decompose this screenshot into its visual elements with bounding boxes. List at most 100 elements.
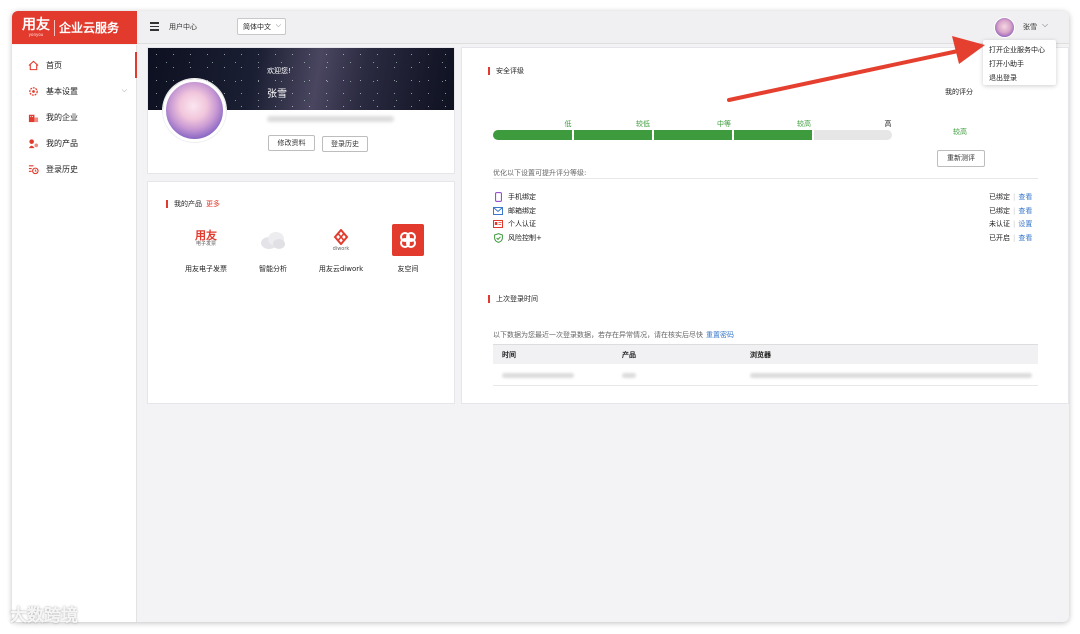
product-diwork[interactable]: diwork 用友云diwork	[311, 224, 371, 274]
invoice-icon-sub: 电子发票	[195, 241, 216, 247]
divider	[493, 178, 1038, 179]
level-label-medium: 中等	[717, 120, 731, 128]
security-status-risk: 已开启 | 查看	[989, 234, 1033, 242]
chevron-down-icon[interactable]: ⌵	[1042, 20, 1048, 30]
sidebar-item-products[interactable]: 我的产品	[12, 130, 137, 156]
security-hint: 优化以下设置可提升评分等级:	[493, 169, 587, 177]
user-menu-dropdown: 打开企业服务中心 打开小助手 退出登录	[983, 40, 1056, 85]
top-header: 用友 yonyou 企业云服务 用户中心 简体中文 ⌵ 张雪 ⌵	[12, 11, 1069, 44]
product-smart-analysis[interactable]: 智能分析	[243, 224, 303, 274]
products-card: 我的产品 更多 用友 电子发票 用友电子发票 智能分析 diwork 用友云di…	[147, 181, 455, 404]
product-label: 用友云diwork	[318, 265, 364, 273]
product-icon	[27, 137, 39, 149]
diwork-icon: diwork	[325, 224, 357, 256]
more-products-link[interactable]: 更多	[206, 200, 220, 208]
security-card: 安全评级 我的评分 低 较低 中等 较高 高 较高 重新测评 优化以下设置可提升…	[461, 47, 1069, 404]
security-section-title: 安全评级	[488, 66, 524, 76]
product-label: 友空间	[397, 265, 419, 273]
security-item-identity: 个人认证	[493, 219, 536, 229]
sidebar-item-login-history[interactable]: 登录历史	[12, 156, 137, 182]
yonyou-invoice-icon: 用友 电子发票	[190, 224, 222, 256]
security-progress-bar	[493, 130, 892, 140]
level-label-high: 高	[884, 120, 892, 128]
security-item-email: 邮箱绑定	[493, 206, 536, 216]
security-item-phone: 手机绑定	[493, 192, 536, 202]
product-youspace[interactable]: 友空间	[378, 224, 438, 274]
user-avatar[interactable]	[994, 17, 1015, 38]
security-item-label: 邮箱绑定	[508, 207, 536, 215]
sidebar-item-label: 登录历史	[46, 164, 78, 174]
logo-text: 企业云服务	[59, 21, 120, 35]
login-history-button[interactable]: 登录历史	[322, 136, 368, 152]
blurred-product-cell	[622, 373, 636, 378]
set-identity-link[interactable]: 设置	[1018, 220, 1032, 228]
chevron-down-icon: ⌵	[275, 21, 281, 29]
blurred-browser-cell	[750, 373, 1032, 378]
security-status-phone: 已绑定 | 查看	[989, 193, 1033, 201]
id-card-icon	[493, 219, 503, 229]
sidebar-item-label: 基本设置	[46, 86, 78, 96]
shield-icon	[493, 233, 503, 243]
product-label: 用友电子发票	[185, 265, 227, 273]
profile-avatar[interactable]	[163, 79, 226, 142]
bar-separator	[572, 130, 574, 140]
edit-profile-button[interactable]: 修改资料	[268, 135, 315, 151]
sidebar-item-home[interactable]: 首页	[12, 52, 137, 78]
table-row	[493, 364, 1038, 386]
cloud-analysis-icon	[257, 224, 289, 256]
retest-button[interactable]: 重新测评	[937, 150, 985, 167]
product-yonyou-invoice[interactable]: 用友 电子发票 用友电子发票	[176, 224, 236, 274]
invoice-icon-text: 用友	[195, 229, 217, 242]
mail-icon	[493, 206, 503, 216]
sidebar-item-enterprise[interactable]: 我的企业	[12, 104, 137, 130]
user-name[interactable]: 张雪	[1023, 22, 1037, 32]
login-desc-text: 以下数据为您最近一次登录数据，若存在异常情况，请在核实后尽快	[493, 331, 703, 339]
reset-password-link[interactable]: 重置密码	[706, 331, 734, 339]
sidebar: 首页 基本设置 ⌵ 我的企业 我的产品 登录历史	[12, 45, 137, 622]
view-risk-link[interactable]: 查看	[1018, 234, 1032, 242]
products-title: 我的产品	[174, 200, 202, 208]
column-header-time: 时间	[502, 351, 516, 359]
gear-icon	[27, 85, 39, 97]
language-value: 简体中文	[243, 23, 271, 31]
menu-item-open-enterprise-center[interactable]: 打开企业服务中心	[989, 43, 1050, 57]
security-level-labels: 低 较低 中等 较高 高	[493, 119, 893, 129]
level-label-lower: 较低	[636, 120, 650, 128]
history-icon	[27, 163, 39, 175]
products-section-title: 我的产品 更多	[166, 199, 220, 209]
security-item-risk: 风险控制+	[493, 233, 542, 243]
my-score-value: 较高	[953, 128, 967, 136]
hamburger-menu-icon[interactable]	[150, 22, 159, 31]
home-icon	[27, 59, 39, 71]
product-label: 智能分析	[259, 265, 287, 273]
sidebar-item-label: 我的企业	[46, 112, 78, 122]
logo-divider	[54, 19, 55, 36]
status-text: 已开启	[989, 234, 1010, 242]
bar-separator	[652, 130, 654, 140]
language-select[interactable]: 简体中文 ⌵	[237, 18, 286, 35]
sidebar-item-settings[interactable]: 基本设置 ⌵	[12, 78, 137, 104]
blurred-account-info	[267, 116, 394, 122]
column-header-product: 产品	[622, 351, 636, 359]
phone-icon	[493, 192, 503, 202]
view-email-link[interactable]: 查看	[1018, 207, 1032, 215]
watermark-logo: 大数跨境	[10, 601, 78, 626]
last-login-description: 以下数据为您最近一次登录数据，若存在异常情况，请在核实后尽快 重置密码	[493, 330, 734, 340]
logo-mark-group: 用友 yonyou	[22, 18, 50, 37]
view-phone-link[interactable]: 查看	[1018, 193, 1032, 201]
blurred-time-cell	[502, 373, 574, 378]
app-window: 用友 yonyou 企业云服务 用户中心 简体中文 ⌵ 张雪 ⌵ 打开企业服务中…	[12, 11, 1069, 622]
page-title: 用户中心	[169, 23, 197, 31]
profile-card: 欢迎您! 张雪 修改资料 登录历史	[147, 47, 455, 174]
menu-item-open-assistant[interactable]: 打开小助手	[989, 57, 1050, 71]
menu-item-logout[interactable]: 退出登录	[989, 71, 1050, 85]
welcome-text: 欢迎您!	[267, 67, 291, 75]
brand-logo[interactable]: 用友 yonyou 企业云服务	[12, 11, 137, 44]
chevron-down-icon: ⌵	[121, 86, 127, 94]
security-status-email: 已绑定 | 查看	[989, 207, 1033, 215]
sidebar-item-label: 我的产品	[46, 138, 78, 148]
security-status-identity: 未认证 | 设置	[989, 220, 1033, 228]
status-text: 已绑定	[989, 207, 1010, 215]
login-table-header: 时间 产品 浏览器	[493, 344, 1038, 364]
security-item-label: 风险控制+	[508, 234, 542, 242]
